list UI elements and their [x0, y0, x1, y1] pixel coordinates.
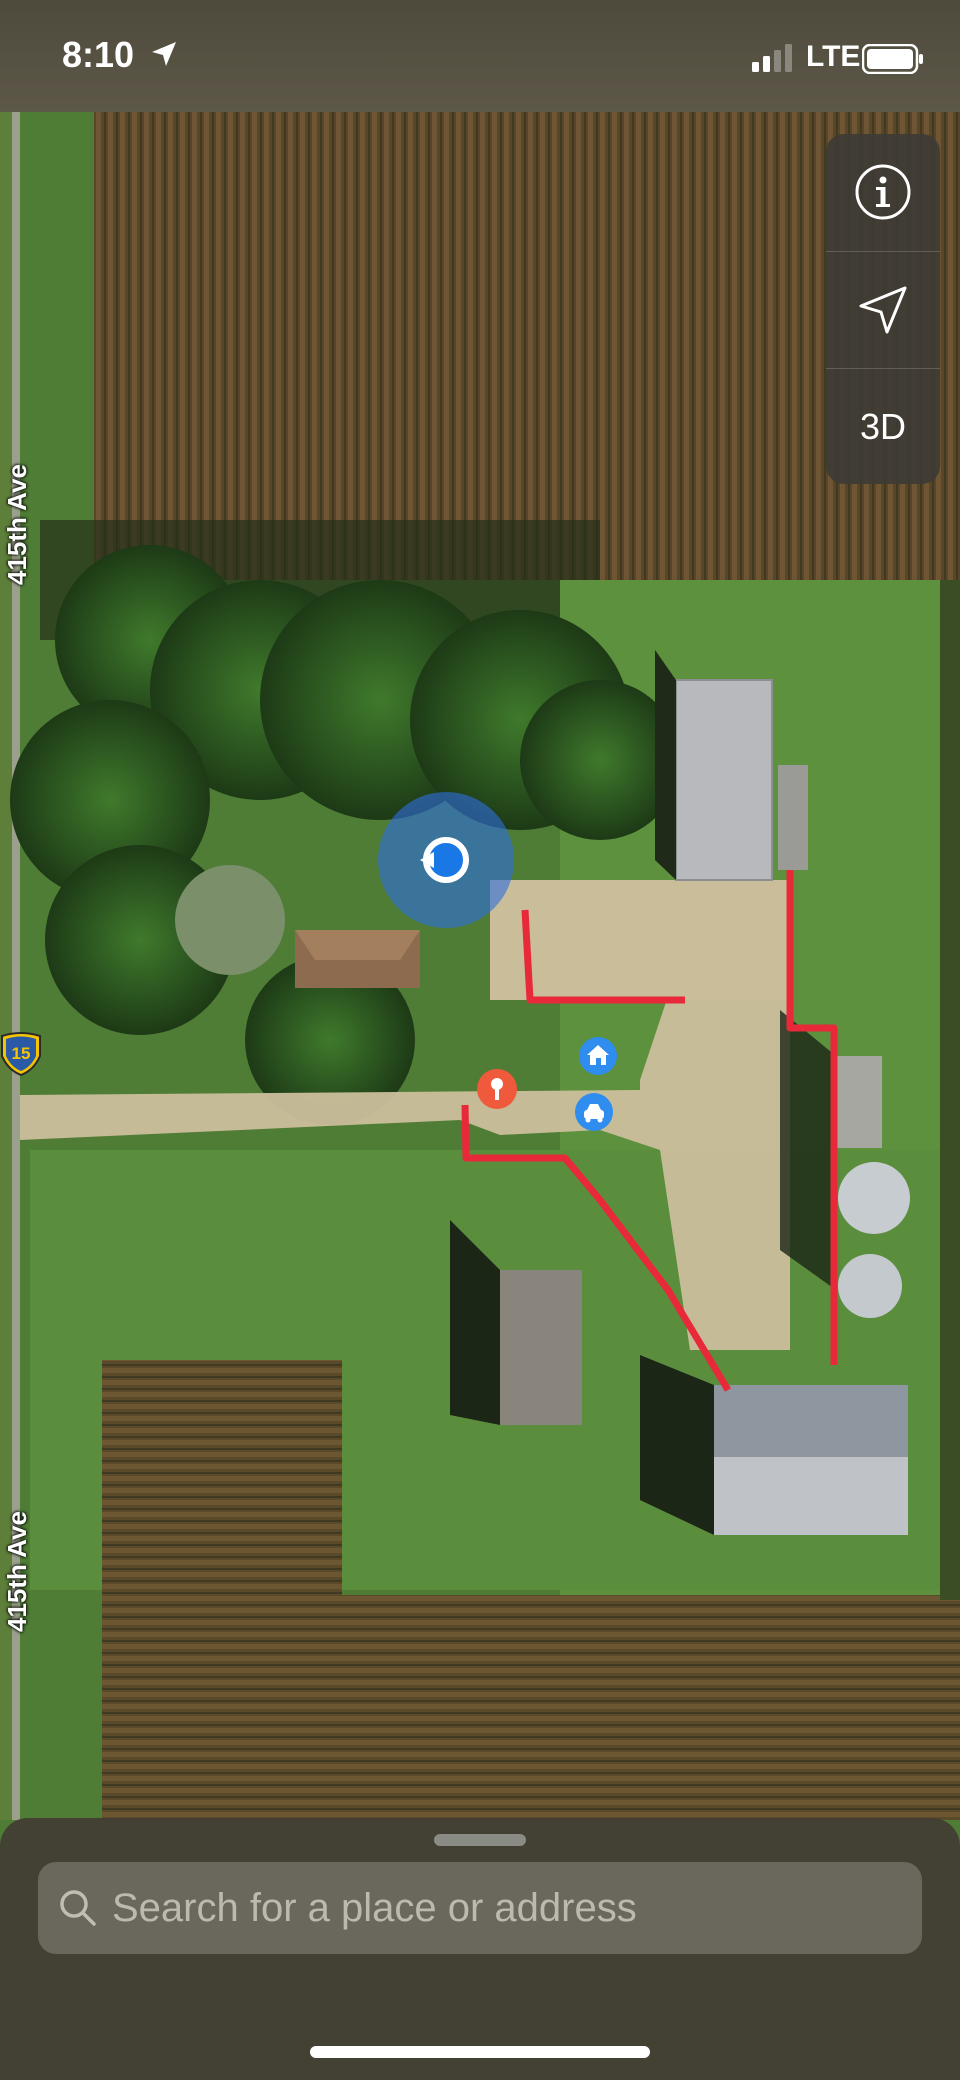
info-icon	[855, 164, 911, 220]
location-services-icon	[152, 42, 176, 66]
crop-field-lower-left	[102, 1360, 342, 1820]
status-bar: 8:10 LTE	[0, 0, 960, 112]
pin-icon[interactable]	[476, 1068, 518, 1110]
car-icon[interactable]	[574, 1092, 614, 1132]
road-label-top: 415th Ave	[2, 464, 32, 585]
search-bar[interactable]	[38, 1862, 922, 1954]
search-input[interactable]	[112, 1862, 892, 1954]
battery-icon	[862, 44, 923, 74]
network-type: LTE	[806, 40, 861, 73]
home-indicator[interactable]	[310, 2046, 650, 2058]
home-icon[interactable]	[578, 1036, 618, 1076]
map-controls: 3D	[826, 134, 940, 484]
road-label-bottom: 415th Ave	[2, 1511, 32, 1632]
old-barn	[500, 1270, 582, 1425]
satellite-map[interactable]	[0, 0, 960, 2080]
quonset-building	[676, 680, 772, 880]
info-button[interactable]	[826, 134, 940, 250]
shed-east	[836, 1056, 882, 1148]
grain-bin-2	[838, 1254, 902, 1318]
view-3d-label: 3D	[859, 406, 907, 447]
route-15-shield: 15	[0, 1032, 41, 1076]
shield-number: 15	[12, 1044, 31, 1063]
crop-field-lower-right	[340, 1595, 960, 1820]
search-icon	[60, 1890, 96, 1926]
status-time: 8:10	[62, 34, 135, 75]
cellular-signal-icon	[752, 44, 792, 72]
grain-bin-1	[838, 1162, 910, 1234]
sheet-grabber[interactable]	[434, 1834, 526, 1846]
tracking-button[interactable]	[826, 251, 940, 368]
search-sheet	[0, 1818, 960, 2080]
location-arrow-icon	[859, 286, 907, 334]
view-3d-button[interactable]: 3D	[826, 368, 940, 485]
